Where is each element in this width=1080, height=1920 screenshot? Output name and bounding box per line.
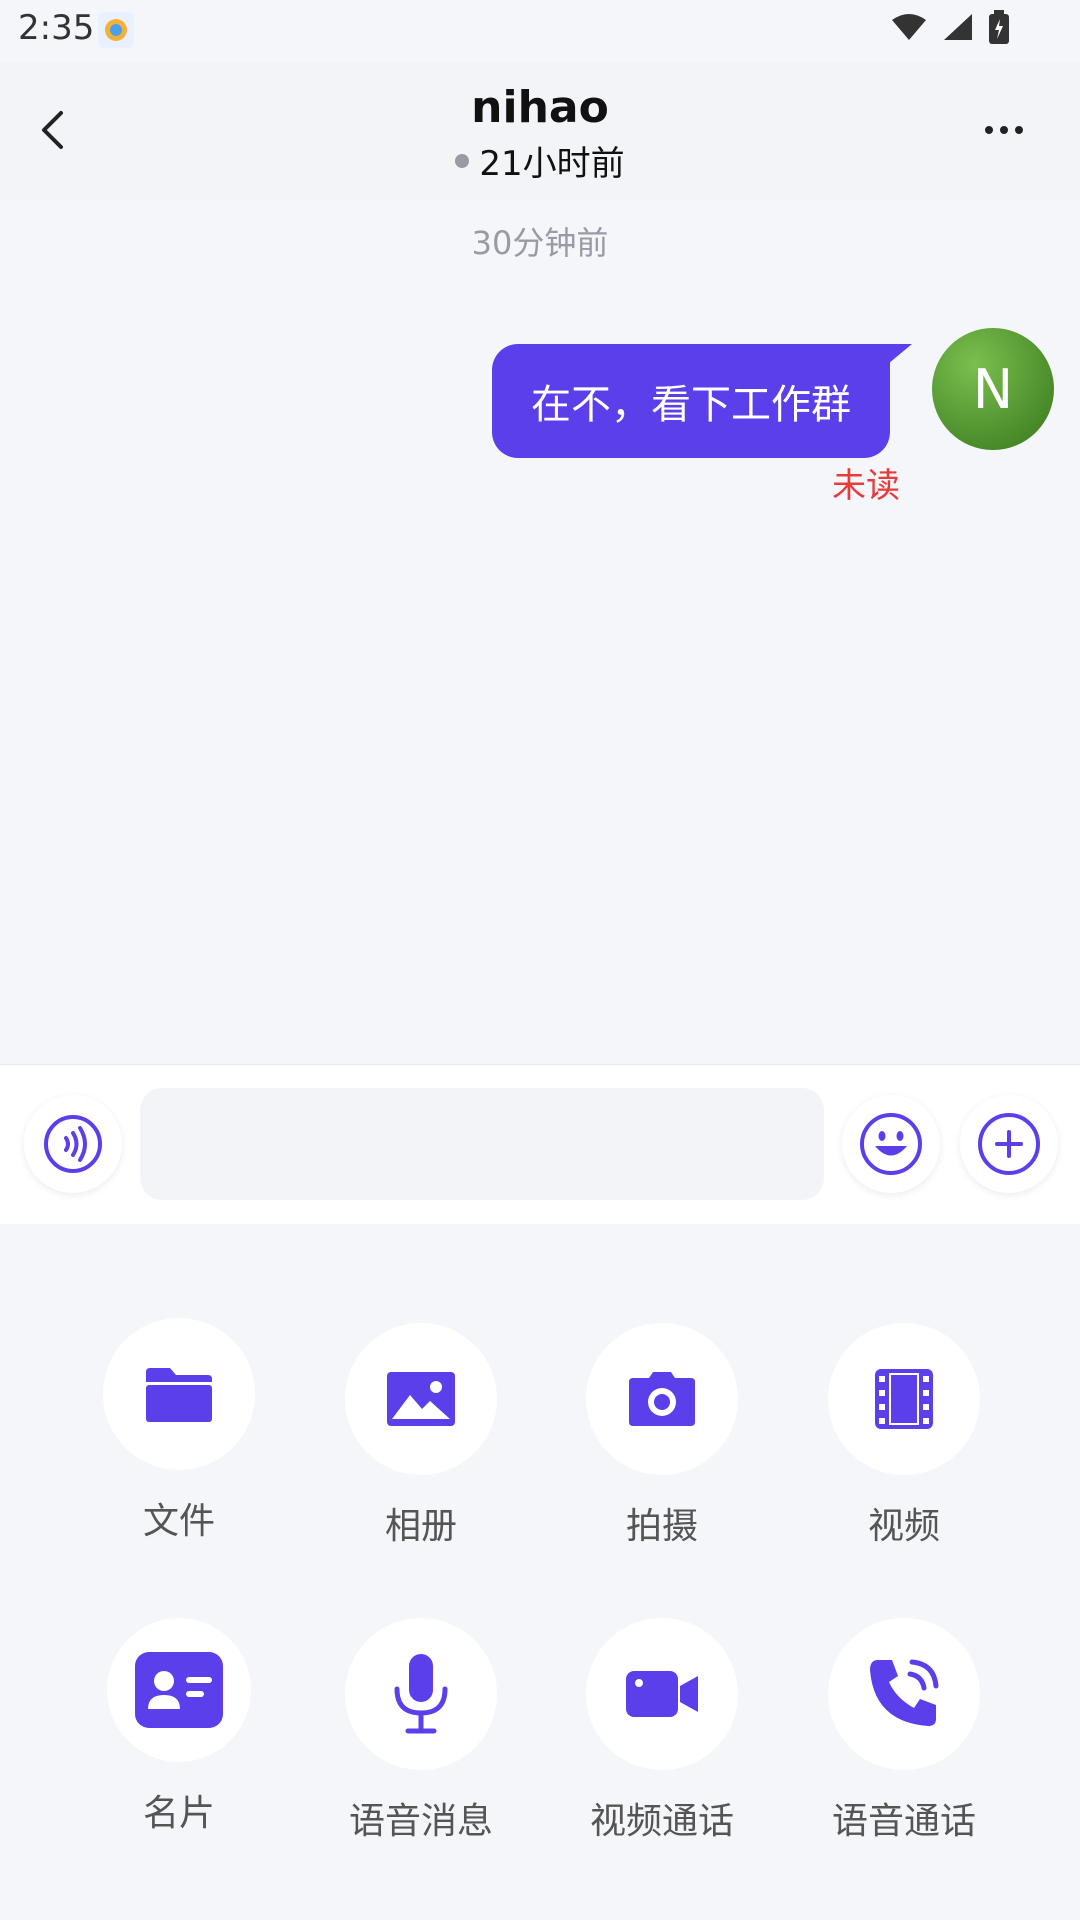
- status-icons: [890, 10, 1010, 44]
- panel-item-shoot[interactable]: 拍摄: [562, 1323, 762, 1549]
- message-timestamp: 30分钟前: [471, 224, 609, 262]
- panel-item-icon-bg: [828, 1618, 980, 1770]
- chat-title: nihao: [471, 82, 609, 133]
- voice-input-button[interactable]: [24, 1095, 122, 1193]
- panel-item-video[interactable]: 视频: [804, 1323, 1004, 1549]
- phone-call-icon: [870, 1659, 939, 1726]
- panel-item-label: 语音消息: [348, 1801, 493, 1842]
- panel-item-label: 名片: [142, 1793, 215, 1834]
- panel-item-icon-bg: [345, 1323, 497, 1475]
- app-notification-icon: [98, 12, 134, 48]
- panel-item-icon-bg: [107, 1618, 251, 1762]
- panel-item-voice-call[interactable]: 语音通话: [804, 1618, 1004, 1844]
- avatar[interactable]: N: [932, 328, 1054, 450]
- last-seen-text: 21小时前: [479, 144, 625, 184]
- folder-icon: [146, 1368, 212, 1422]
- chat-subtitle: 21小时前: [0, 136, 1080, 185]
- camera-icon: [629, 1372, 695, 1426]
- more-actions-button[interactable]: [960, 1095, 1058, 1193]
- message-bubble[interactable]: 在不，看下工作群: [492, 344, 890, 458]
- emoji-button[interactable]: [842, 1095, 940, 1193]
- voice-wave-icon: [44, 1115, 102, 1173]
- signal-icon: [944, 14, 972, 40]
- bubble-tail: [888, 344, 912, 364]
- read-status: 未读: [832, 466, 900, 506]
- wifi-icon: [892, 14, 926, 40]
- panel-item-icon-bg: [828, 1323, 980, 1475]
- panel-item-icon-bg: [586, 1323, 738, 1475]
- plus-icon: [978, 1113, 1040, 1175]
- image-icon: [387, 1372, 455, 1426]
- panel-item-card[interactable]: 名片: [79, 1618, 279, 1836]
- video-call-icon: [626, 1671, 698, 1717]
- panel-item-label: 语音通话: [831, 1801, 976, 1842]
- panel-item-icon-bg: [586, 1618, 738, 1770]
- panel-item-label: 视频通话: [589, 1801, 734, 1842]
- more-button[interactable]: [974, 110, 1034, 150]
- message-input[interactable]: [140, 1088, 824, 1200]
- emoji-icon: [860, 1113, 922, 1175]
- panel-item-album[interactable]: 相册: [321, 1323, 521, 1549]
- status-time: 2:35: [18, 8, 95, 48]
- contact-card-icon: [135, 1652, 223, 1728]
- panel-item-label: 文件: [142, 1501, 215, 1542]
- panel-item-label: 拍摄: [625, 1506, 698, 1547]
- panel-item-video-call[interactable]: 视频通话: [562, 1618, 762, 1844]
- panel-item-label: 视频: [867, 1506, 940, 1547]
- microphone-icon: [394, 1654, 448, 1734]
- battery-icon: [989, 10, 1009, 44]
- film-icon: [875, 1369, 933, 1429]
- panel-item-voice-message[interactable]: 语音消息: [321, 1618, 521, 1844]
- more-icon: [985, 126, 1023, 134]
- panel-item-icon-bg: [345, 1618, 497, 1770]
- panel-item-label: 相册: [384, 1506, 457, 1547]
- panel-item-file[interactable]: 文件: [79, 1318, 279, 1544]
- panel-item-icon-bg: [103, 1318, 255, 1470]
- presence-dot: [455, 153, 470, 168]
